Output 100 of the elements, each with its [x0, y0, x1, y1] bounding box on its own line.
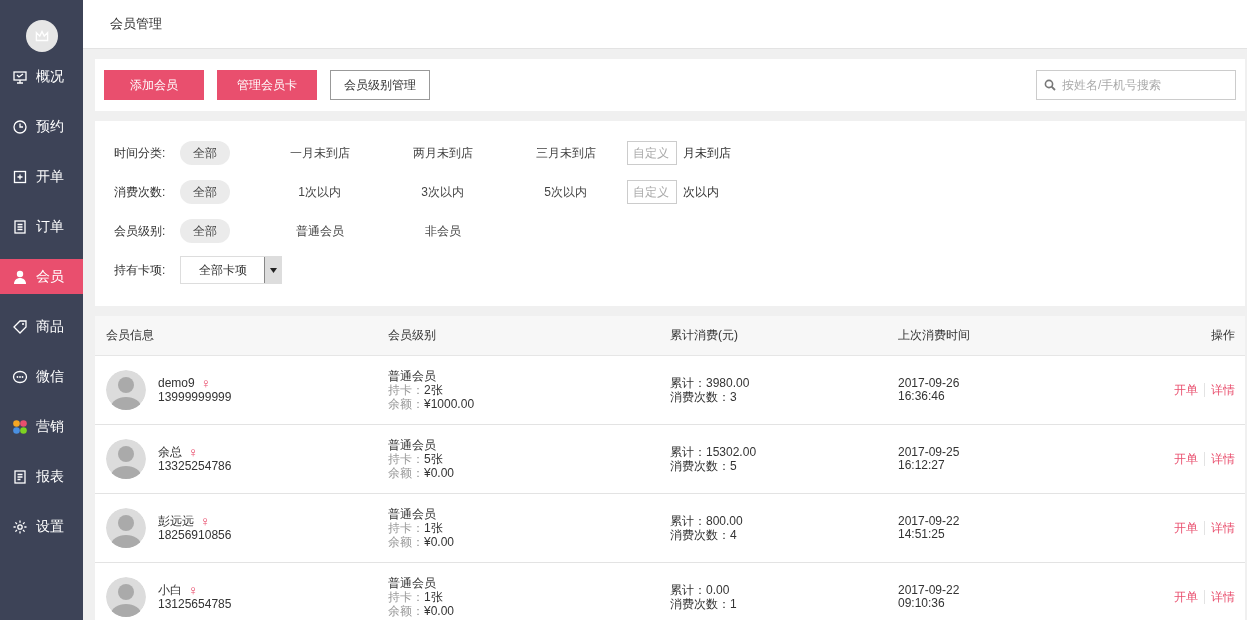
column-header: 操作 — [1210, 327, 1236, 344]
balance-value: ¥0.00 — [424, 466, 455, 480]
action-link[interactable]: 详情 — [1205, 590, 1235, 604]
filter-option[interactable]: 3次以内 — [407, 180, 478, 204]
visit-count: 消费次数：4 — [670, 528, 738, 542]
visit-count: 消费次数：3 — [670, 390, 738, 404]
member-name: 小白 — [158, 583, 182, 597]
visit-count: 消费次数：1 — [670, 597, 738, 611]
action-link[interactable]: 开单 — [1168, 383, 1204, 397]
member-phone: 18256910856 — [158, 528, 232, 542]
balance-value: ¥1000.00 — [424, 397, 475, 411]
last-visit-time: 14:51:25 — [898, 528, 946, 541]
filter-option[interactable]: 全部 — [180, 219, 230, 243]
sidebar-item[interactable]: 开单 — [0, 159, 83, 194]
card-type-dropdown[interactable]: 全部卡项 — [180, 256, 282, 284]
field-label: 余额： — [388, 397, 424, 411]
card-count: 1张 — [424, 590, 443, 604]
unit-label: 月未到店 — [683, 144, 731, 162]
action-link[interactable]: 详情 — [1205, 521, 1235, 535]
custom-input-field[interactable]: 自定义 — [627, 180, 677, 204]
last-visit-date: 2017-09-22 — [898, 515, 961, 528]
total-spend: 累计：15302.00 — [670, 445, 758, 459]
avatar-silhouette — [106, 370, 146, 410]
last-visit-date: 2017-09-26 — [898, 377, 961, 390]
filter-option[interactable]: 1次以内 — [284, 180, 355, 204]
member-level: 普通会员 — [388, 507, 437, 521]
sidebar-item[interactable]: 订单 — [0, 209, 83, 244]
gender-symbol: ♀ — [188, 583, 199, 597]
last-visit-date: 2017-09-25 — [898, 446, 961, 459]
field-label: 持卡： — [388, 452, 424, 466]
filter-option[interactable]: 一月未到店 — [275, 141, 364, 165]
gender-symbol: ♀ — [200, 376, 212, 390]
sidebar-item[interactable]: 设置 — [0, 509, 83, 544]
last-visit-date: 2017-09-22 — [898, 584, 961, 597]
primary-button[interactable]: 管理会员卡 — [217, 70, 317, 100]
outline-button[interactable]: 会员级别管理 — [330, 70, 430, 100]
card-count: 5张 — [424, 452, 443, 466]
sidebar-item[interactable]: 营销 — [0, 409, 83, 444]
member-phone: 13125654785 — [158, 597, 232, 611]
primary-button[interactable]: 添加会员 — [104, 70, 204, 100]
sidebar-item[interactable]: 报表 — [0, 459, 83, 494]
action-link[interactable]: 开单 — [1168, 590, 1204, 604]
monitor-icon — [12, 68, 28, 85]
filter-option[interactable]: 普通会员 — [281, 219, 358, 243]
column-header: 会员信息 — [105, 327, 155, 344]
user-icon — [12, 268, 28, 285]
avatar-silhouette — [106, 508, 146, 548]
filter-label: 时间分类: — [114, 144, 167, 162]
action-link[interactable]: 开单 — [1168, 452, 1204, 466]
search-field[interactable]: 按姓名/手机号搜索 — [1036, 70, 1236, 100]
column-header: 累计消费(元) — [670, 327, 739, 344]
avatar-silhouette — [106, 577, 146, 617]
action-link[interactable]: 详情 — [1205, 452, 1235, 466]
plus-square-icon — [12, 168, 28, 185]
caret-icon — [269, 267, 277, 273]
sidebar-item[interactable]: 会员 — [0, 259, 83, 294]
action-link[interactable]: 开单 — [1168, 521, 1204, 535]
action-link[interactable]: 详情 — [1205, 383, 1235, 397]
member-level: 普通会员 — [388, 576, 437, 590]
member-phone: 13325254786 — [158, 459, 232, 473]
filter-option[interactable]: 全部 — [180, 180, 230, 204]
field-label: 余额： — [388, 604, 424, 618]
member-level: 普通会员 — [388, 369, 437, 383]
document-icon — [12, 218, 28, 235]
unit-label: 次以内 — [683, 183, 719, 201]
filter-label: 会员级别: — [114, 222, 167, 240]
custom-input-field[interactable]: 自定义 — [627, 141, 677, 165]
field-label: 余额： — [388, 535, 424, 549]
total-spend: 累计：3980.00 — [670, 376, 751, 390]
field-label: 持卡： — [388, 590, 424, 604]
filter-option[interactable]: 5次以内 — [530, 180, 601, 204]
member-level: 普通会员 — [388, 438, 437, 452]
last-visit-time: 09:10:36 — [898, 597, 946, 610]
sidebar-item[interactable]: 商品 — [0, 309, 83, 344]
sidebar-item[interactable]: 概况 — [0, 59, 83, 94]
last-visit-time: 16:12:27 — [898, 459, 946, 472]
total-spend: 累计：0.00 — [670, 583, 731, 597]
filter-option[interactable]: 两月未到店 — [398, 141, 487, 165]
last-visit-time: 16:36:46 — [898, 390, 946, 403]
sidebar-item[interactable]: 预约 — [0, 109, 83, 144]
field-label: 持卡： — [388, 521, 424, 535]
field-label: 余额： — [388, 466, 424, 480]
filter-option[interactable]: 三月未到店 — [521, 141, 610, 165]
member-phone: 13999999999 — [158, 390, 232, 404]
card-count: 1张 — [424, 521, 443, 535]
filter-option[interactable]: 非会员 — [410, 219, 475, 243]
balance-value: ¥0.00 — [424, 535, 455, 549]
filter-label: 消费次数: — [114, 183, 167, 201]
gender-symbol: ♀ — [200, 514, 211, 528]
field-label: 持卡： — [388, 383, 424, 397]
page-title: 会员管理 — [110, 15, 162, 33]
chat-bubble-icon — [12, 368, 28, 385]
member-name: 余总 — [158, 445, 182, 459]
settings-icon — [12, 518, 28, 535]
column-header: 上次消费时间 — [898, 327, 971, 344]
filter-option[interactable]: 全部 — [180, 141, 230, 165]
sidebar-item[interactable]: 微信 — [0, 359, 83, 394]
gender-symbol: ♀ — [188, 445, 199, 459]
card-count: 2张 — [424, 383, 443, 397]
total-spend: 累计：800.00 — [670, 514, 744, 528]
